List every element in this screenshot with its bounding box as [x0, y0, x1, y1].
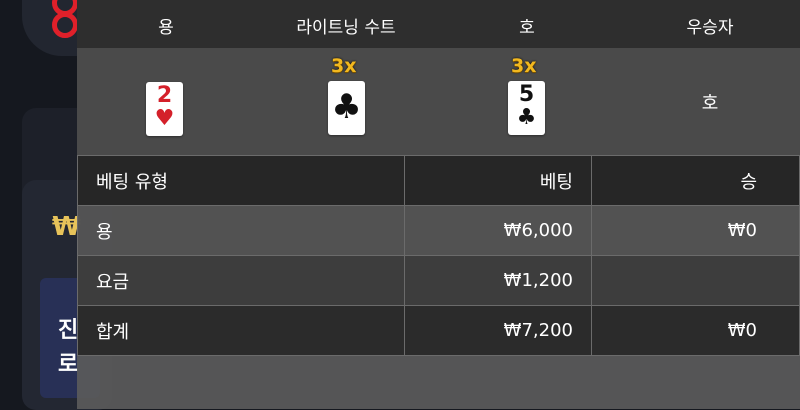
winner-value: 호	[701, 93, 719, 114]
win-amount-cell: ₩0	[591, 305, 800, 356]
bet-type-cell: 요금	[77, 255, 405, 306]
tiger-card-rank: 5	[518, 82, 535, 107]
header-dragon: 용	[158, 18, 174, 38]
club-suit-icon: ♣	[516, 105, 537, 130]
bet-type-cell: 합계	[77, 305, 405, 356]
header-tiger: 호	[519, 18, 535, 38]
lightning-suit-card: ♣	[328, 81, 365, 135]
background-text-line2: 로	[58, 352, 79, 377]
round-details-overlay: 용 라이트닝 수트 호 우승자 2 ♥ 3x ♣ 3x 5 ♣ 호 베팅 유형 …	[77, 0, 800, 409]
lightning-multiplier: 3x	[331, 55, 357, 77]
win-amount-cell: ₩0	[591, 205, 800, 256]
header-lightning-suit: 라이트닝 수트	[296, 18, 396, 38]
win-amount-cell	[591, 255, 800, 306]
club-suit-icon: ♣	[331, 87, 362, 127]
dragon-card-rank: 2	[156, 83, 173, 108]
tiger-multiplier: 3x	[511, 55, 537, 77]
bets-table-header: 베팅 유형 베팅 승	[77, 155, 800, 206]
table-row: 합계 ₩7,200 ₩0	[77, 305, 800, 356]
table-row: 요금 ₩1,200	[77, 255, 800, 306]
table-row: 용 ₩6,000 ₩0	[77, 205, 800, 256]
col-win: 승	[591, 155, 800, 206]
tiger-card: 5 ♣	[508, 81, 545, 135]
background-text-line1: 진	[58, 318, 79, 343]
card-result-row: 2 ♥ 3x ♣ 3x 5 ♣ 호	[77, 48, 800, 155]
bet-amount-cell: ₩1,200	[404, 255, 592, 306]
bet-amount-cell: ₩7,200	[404, 305, 592, 356]
bet-amount-cell: ₩6,000	[404, 205, 592, 256]
dragon-card: 2 ♥	[146, 82, 183, 136]
col-bet-type: 베팅 유형	[77, 155, 405, 206]
bet-type-cell: 용	[77, 205, 405, 256]
bets-table: 베팅 유형 베팅 승 용 ₩6,000 ₩0 요금 ₩1,200 합계 ₩7,2…	[77, 155, 800, 356]
logo-ring-icon	[52, 12, 78, 38]
header-winner: 우승자	[686, 18, 734, 38]
result-header: 용 라이트닝 수트 호 우승자	[77, 0, 800, 48]
col-bet: 베팅	[404, 155, 592, 206]
heart-suit-icon: ♥	[154, 106, 175, 131]
